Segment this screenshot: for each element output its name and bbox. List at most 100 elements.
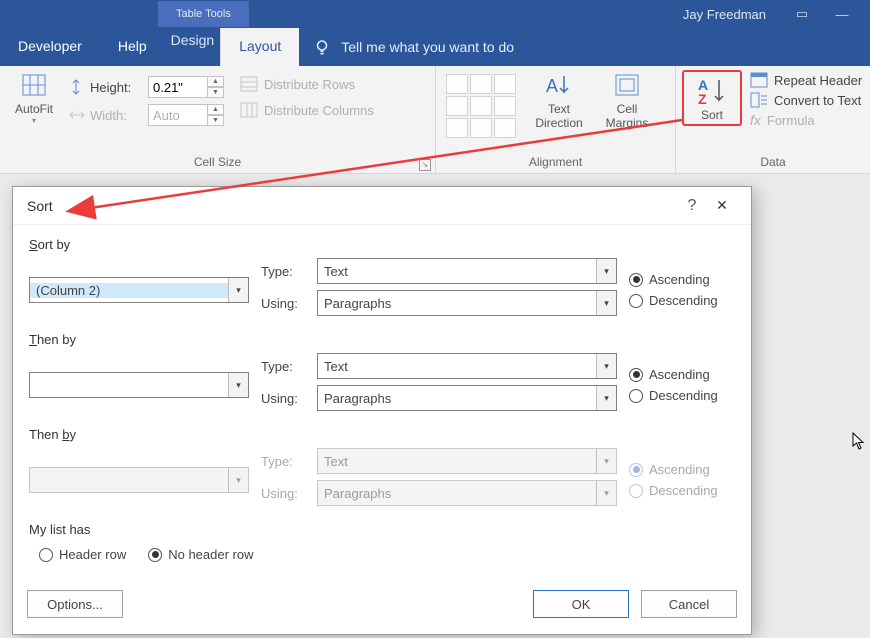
- repeat-header-icon: [750, 72, 768, 88]
- list-has-label: My list has: [29, 522, 735, 537]
- sortby-type-select[interactable]: Text▾: [317, 258, 617, 284]
- convert-to-text-button[interactable]: Convert to Text: [750, 92, 862, 108]
- thenby1-desc-radio[interactable]: [629, 389, 643, 403]
- width-spin-down[interactable]: ▼: [208, 115, 224, 126]
- distribute-rows-label: Distribute Rows: [264, 77, 355, 92]
- options-button[interactable]: Options...: [27, 590, 123, 618]
- alignment-group-label: Alignment: [529, 155, 582, 169]
- tell-me[interactable]: Tell me what you want to do: [299, 28, 528, 66]
- chevron-down-icon: ▾: [596, 449, 616, 473]
- thenby1-asc-radio[interactable]: [629, 368, 643, 382]
- distribute-cols-button: Distribute Columns: [240, 102, 374, 118]
- tab-design[interactable]: Design: [165, 28, 222, 66]
- svg-text:A: A: [546, 76, 558, 96]
- width-spin-up[interactable]: ▲: [208, 104, 224, 115]
- type-label-3: Type:: [261, 454, 307, 469]
- chevron-down-icon: ▾: [596, 259, 616, 283]
- sortby-using-value: Paragraphs: [318, 296, 596, 311]
- convert-text-icon: [750, 92, 768, 108]
- alignment-grid[interactable]: [442, 70, 522, 138]
- using-label-2: Using:: [261, 391, 307, 406]
- mouse-cursor-icon: [852, 432, 866, 455]
- distribute-cols-icon: [240, 102, 258, 118]
- thenby2-asc-radio: [629, 463, 643, 477]
- text-direction-icon: A: [544, 72, 574, 98]
- text-direction-label: Text Direction: [535, 102, 582, 130]
- distribute-cols-label: Distribute Columns: [264, 103, 374, 118]
- tell-me-label: Tell me what you want to do: [341, 39, 514, 55]
- sortby-column-select[interactable]: (Column 2) ▾: [29, 277, 249, 303]
- sortby-type-value: Text: [318, 264, 596, 279]
- chevron-down-icon: ▾: [596, 291, 616, 315]
- cell-margins-icon: [613, 72, 641, 98]
- thenby2-desc-radio: [629, 484, 643, 498]
- repeat-header-label: Repeat Header: [774, 73, 862, 88]
- thenby1-using-value: Paragraphs: [318, 391, 596, 406]
- repeat-header-button[interactable]: Repeat Header: [750, 72, 862, 88]
- thenby1-type-select[interactable]: Text▾: [317, 353, 617, 379]
- thenby1-column-select[interactable]: ▾: [29, 372, 249, 398]
- chevron-down-icon: ▾: [228, 373, 248, 397]
- convert-text-label: Convert to Text: [774, 93, 861, 108]
- no-header-row-radio[interactable]: [148, 548, 162, 562]
- cell-margins-button[interactable]: Cell Margins: [596, 70, 658, 130]
- tab-layout[interactable]: Layout: [221, 28, 299, 66]
- sortby-asc-radio[interactable]: [629, 273, 643, 287]
- chevron-down-icon: ▾: [596, 481, 616, 505]
- width-icon: [68, 106, 84, 124]
- lightbulb-icon: [313, 38, 331, 56]
- data-group-label: Data: [760, 155, 785, 169]
- cell-size-group-label: Cell Size: [194, 155, 241, 169]
- sortby-using-select[interactable]: Paragraphs▾: [317, 290, 617, 316]
- type-label-2: Type:: [261, 359, 307, 374]
- text-direction-button[interactable]: A Text Direction: [528, 70, 590, 130]
- chevron-down-icon: ▾: [228, 468, 248, 492]
- minimize-icon[interactable]: —: [822, 7, 862, 22]
- height-spin-up[interactable]: ▲: [208, 76, 224, 87]
- type-label-1: Type:: [261, 264, 307, 279]
- height-input[interactable]: [148, 76, 208, 98]
- chevron-down-icon: ▾: [228, 278, 248, 302]
- sortby-column-value: (Column 2): [30, 283, 228, 298]
- sort-button[interactable]: AZ Sort: [690, 76, 734, 122]
- chevron-down-icon: ▾: [596, 386, 616, 410]
- help-button[interactable]: ?: [677, 197, 707, 215]
- group-alignment: A Text Direction Cell Margins Alignment: [436, 66, 676, 173]
- close-button[interactable]: ✕: [707, 197, 737, 214]
- dropdown-icon: ▾: [6, 116, 62, 125]
- thenby2-asc-label: Ascending: [649, 462, 710, 477]
- thenby2-using-value: Paragraphs: [318, 486, 596, 501]
- cancel-button[interactable]: Cancel: [641, 590, 737, 618]
- formula-button: fx Formula: [750, 112, 862, 128]
- ribbon-tabs: Developer Help Design Layout Tell me wha…: [0, 28, 870, 66]
- svg-text:Z: Z: [698, 91, 707, 106]
- thenby2-desc-label: Descending: [649, 483, 718, 498]
- autofit-button[interactable]: AutoFit ▾: [6, 70, 62, 125]
- autofit-icon: [20, 72, 48, 98]
- height-icon: [68, 78, 84, 96]
- using-label-3: Using:: [261, 486, 307, 501]
- width-input[interactable]: [148, 104, 208, 126]
- ok-button[interactable]: OK: [533, 590, 629, 618]
- cell-margins-label: Cell Margins: [606, 102, 649, 130]
- chevron-down-icon: ▾: [596, 354, 616, 378]
- thenby2-column-select: ▾: [29, 467, 249, 493]
- height-label: Height:: [90, 80, 142, 95]
- distribute-rows-button: Distribute Rows: [240, 76, 374, 92]
- thenby2-type-value: Text: [318, 454, 596, 469]
- sortby-desc-radio[interactable]: [629, 294, 643, 308]
- tab-developer[interactable]: Developer: [0, 28, 100, 66]
- formula-icon: fx: [750, 112, 761, 128]
- title-bar: Table Tools Jay Freedman ▭ —: [0, 0, 870, 28]
- thenby2-type-select: Text▾: [317, 448, 617, 474]
- sort-label: Sort: [701, 108, 723, 122]
- dialog-launcher-icon[interactable]: ↘: [419, 159, 431, 171]
- width-label: Width:: [90, 108, 142, 123]
- tab-help[interactable]: Help: [100, 28, 165, 66]
- ribbon-options-icon[interactable]: ▭: [782, 6, 822, 22]
- thenby1-using-select[interactable]: Paragraphs▾: [317, 385, 617, 411]
- group-data: AZ Sort Repeat Header Convert to Text fx…: [676, 66, 870, 173]
- user-name: Jay Freedman: [683, 7, 766, 22]
- header-row-radio[interactable]: [39, 548, 53, 562]
- height-spin-down[interactable]: ▼: [208, 87, 224, 98]
